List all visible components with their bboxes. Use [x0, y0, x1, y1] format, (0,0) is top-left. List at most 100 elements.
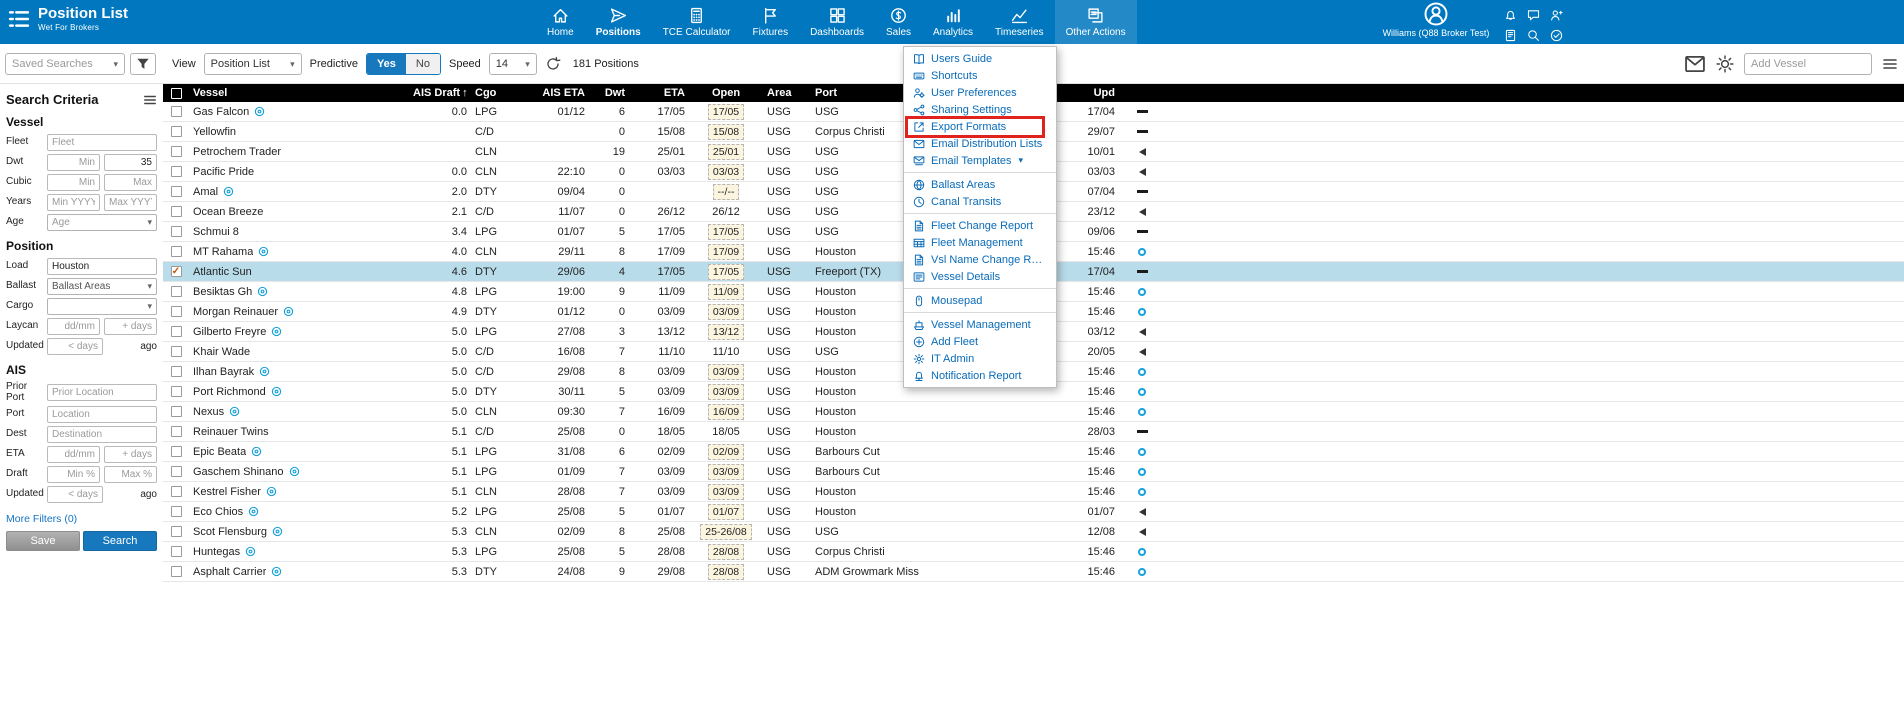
open-date[interactable]: 02/09 [708, 444, 744, 460]
vessel-name[interactable]: Asphalt Carrier [193, 566, 266, 578]
row-checkbox[interactable] [171, 166, 182, 177]
row-checkbox[interactable] [171, 286, 182, 297]
bell-icon[interactable] [1504, 9, 1517, 22]
vessel-name[interactable]: Epic Beata [193, 446, 246, 458]
nav-timeseries[interactable]: Timeseries [984, 0, 1055, 44]
menu-item-user-preferences[interactable]: User Preferences [904, 84, 1056, 101]
laycan-input[interactable] [104, 318, 157, 335]
open-date[interactable]: 03/09 [708, 484, 744, 500]
vessel-name[interactable]: Scot Flensburg [193, 526, 267, 538]
open-date[interactable]: 25-26/08 [700, 524, 751, 540]
envelope-icon[interactable] [1684, 53, 1706, 75]
eta-input[interactable] [47, 446, 100, 463]
predictive-no-button[interactable]: No [406, 54, 440, 74]
vessel-name[interactable]: Gaschem Shinano [193, 466, 284, 478]
ais-position-icon[interactable] [245, 546, 256, 557]
open-date[interactable]: 17/05 [708, 264, 744, 280]
vessel-name[interactable]: Yellowfin [193, 126, 236, 138]
menu-item-add-fleet[interactable]: Add Fleet [904, 333, 1056, 350]
row-checkbox[interactable] [171, 226, 182, 237]
row-checkbox[interactable] [171, 366, 182, 377]
vessel-name[interactable]: Khair Wade [193, 346, 250, 358]
view-select[interactable]: Position List ▾ [204, 53, 302, 75]
age-select[interactable]: Age▾ [47, 214, 157, 231]
nav-tce-calculator[interactable]: TCE Calculator [652, 0, 742, 44]
ais-position-icon[interactable] [254, 106, 265, 117]
fleet-input[interactable] [47, 134, 157, 151]
vessel-name[interactable]: Huntegas [193, 546, 240, 558]
row-checkbox[interactable] [171, 506, 182, 517]
speed-select[interactable]: 14 ▾ [489, 53, 537, 75]
row-checkbox[interactable] [171, 326, 182, 337]
ais-position-icon[interactable] [271, 566, 282, 577]
menu-item-fleet-management[interactable]: Fleet Management [904, 234, 1056, 251]
row-checkbox[interactable] [171, 546, 182, 557]
vessel-name[interactable]: Gas Falcon [193, 106, 249, 118]
col-header-open[interactable]: Open [689, 87, 763, 99]
open-date[interactable]: 03/03 [708, 164, 744, 180]
menu-item-fleet-change-report[interactable]: Fleet Change Report [904, 217, 1056, 234]
nav-analytics[interactable]: Analytics [922, 0, 984, 44]
toolbar-menu-icon[interactable] [1882, 56, 1898, 72]
ais-position-icon[interactable] [229, 406, 240, 417]
open-date[interactable]: 16/09 [708, 404, 744, 420]
open-date[interactable]: 03/09 [708, 304, 744, 320]
port-input[interactable] [47, 406, 157, 423]
vessel-name[interactable]: Nexus [193, 406, 224, 418]
row-checkbox[interactable] [171, 526, 182, 537]
col-header-draft[interactable]: AIS Draft↑ [409, 87, 471, 99]
saved-searches-select[interactable]: Saved Searches ▾ [5, 53, 125, 75]
row-checkbox[interactable] [171, 446, 182, 457]
row-checkbox[interactable] [171, 406, 182, 417]
refresh-icon[interactable] [545, 56, 561, 72]
vessel-name[interactable]: Eco Chios [193, 506, 243, 518]
vessel-name[interactable]: Schmui 8 [193, 226, 239, 238]
select-all-checkbox[interactable] [171, 88, 182, 99]
brand[interactable]: Position List Wet For Brokers [8, 6, 128, 32]
vessel-name[interactable]: Petrochem Trader [193, 146, 281, 158]
ais-position-icon[interactable] [259, 366, 270, 377]
menu-item-ballast-areas[interactable]: Ballast Areas [904, 176, 1056, 193]
nav-positions[interactable]: Positions [585, 0, 652, 44]
open-date[interactable]: 28/08 [708, 544, 744, 560]
menu-item-users-guide[interactable]: Users Guide [904, 50, 1056, 67]
user-add-icon[interactable] [1550, 9, 1563, 22]
menu-item-notification-report[interactable]: Notification Report [904, 367, 1056, 384]
nav-fixtures[interactable]: Fixtures [742, 0, 800, 44]
vessel-name[interactable]: Atlantic Sun [193, 266, 252, 278]
ais-position-icon[interactable] [289, 466, 300, 477]
nav-dashboards[interactable]: Dashboards [799, 0, 875, 44]
save-button[interactable]: Save [6, 531, 80, 551]
col-header-area[interactable]: Area [763, 87, 811, 99]
open-date[interactable]: 03/09 [708, 464, 744, 480]
row-checkbox[interactable] [171, 346, 182, 357]
col-header-vessel[interactable]: Vessel [189, 87, 409, 99]
open-date[interactable]: 17/09 [708, 244, 744, 260]
table-row[interactable]: Huntegas5.3LPG25/08528/0828/08USGCorpus … [163, 542, 1904, 562]
sidebar-menu-icon[interactable] [143, 93, 157, 107]
eta-input[interactable] [104, 446, 157, 463]
row-checkbox[interactable] [171, 146, 182, 157]
menu-item-email-templates[interactable]: Email Templates▾ [904, 152, 1056, 169]
vessel-name[interactable]: MT Rahama [193, 246, 253, 258]
vessel-name[interactable]: Ocean Breeze [193, 206, 263, 218]
dest-input[interactable] [47, 426, 157, 443]
vessel-name[interactable]: Port Richmond [193, 386, 266, 398]
col-header-aiseta[interactable]: AIS ETA [517, 87, 589, 99]
guide-icon[interactable] [1504, 29, 1517, 42]
dwt-input[interactable] [47, 154, 100, 171]
open-date[interactable]: 25/01 [708, 144, 744, 160]
add-vessel-input[interactable] [1744, 53, 1872, 75]
cubic-input[interactable] [104, 174, 157, 191]
ais-position-icon[interactable] [271, 386, 282, 397]
ais-position-icon[interactable] [271, 326, 282, 337]
laycan-input[interactable] [47, 318, 100, 335]
draft-input[interactable] [47, 466, 100, 483]
col-header-cgo[interactable]: Cgo [471, 87, 517, 99]
vessel-name[interactable]: Morgan Reinauer [193, 306, 278, 318]
ais-position-icon[interactable] [272, 526, 283, 537]
col-header-dwt[interactable]: Dwt [589, 87, 629, 99]
cubic-input[interactable] [47, 174, 100, 191]
updated-input[interactable] [47, 486, 103, 503]
ais-position-icon[interactable] [248, 506, 259, 517]
